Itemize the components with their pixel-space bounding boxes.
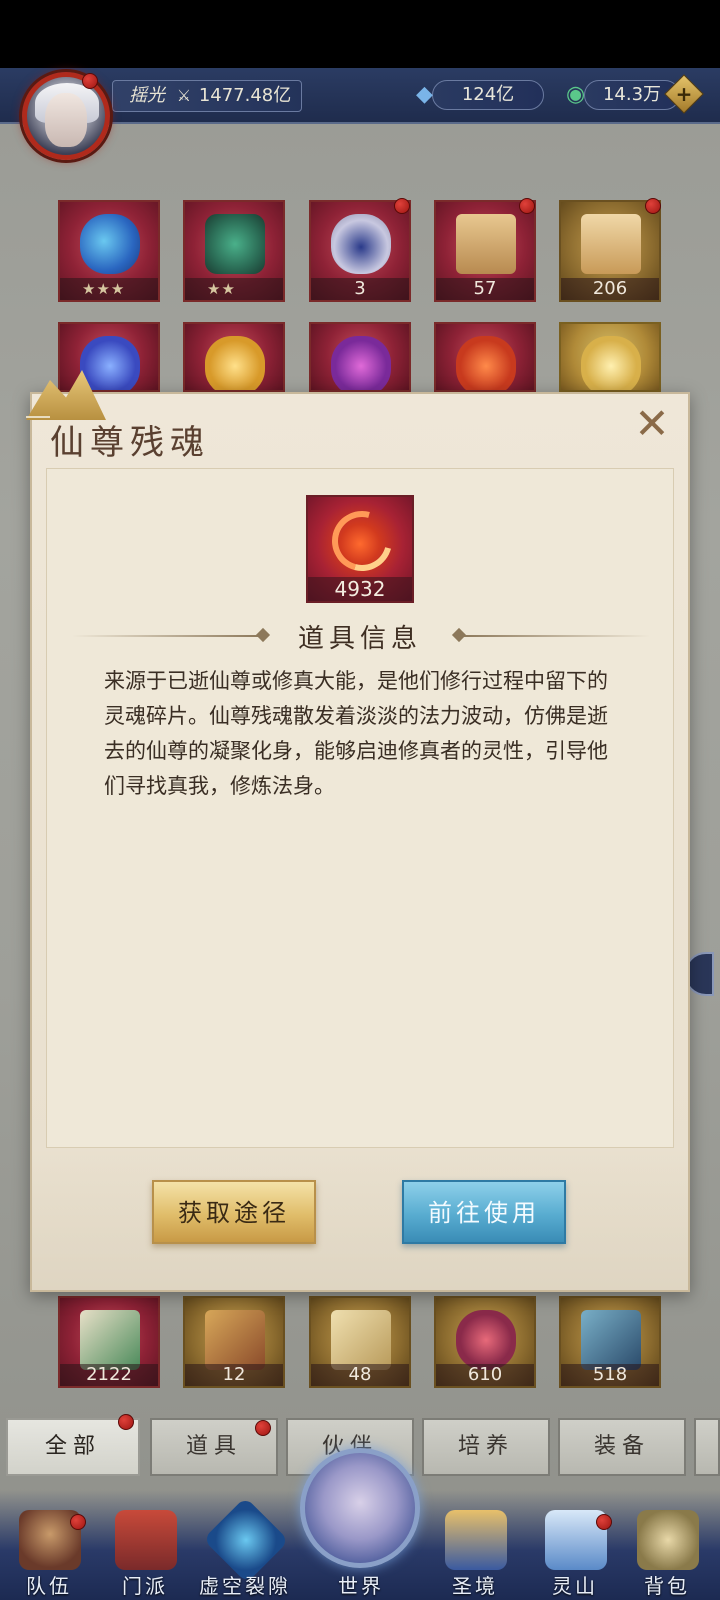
inventory-slot[interactable]: 206 xyxy=(559,200,661,302)
inventory-slot[interactable]: ★★★ xyxy=(58,200,160,302)
scroll-icon xyxy=(331,1310,391,1370)
item-count: 48 xyxy=(311,1364,409,1386)
player-name: 摇光 xyxy=(129,85,165,106)
nav-notification-dot xyxy=(596,1514,612,1530)
item-count: 206 xyxy=(561,278,659,300)
mist-ornament xyxy=(32,1150,688,1290)
avatar-notification-dot xyxy=(82,73,98,89)
book-icon xyxy=(80,1310,140,1370)
slot-notification-dot xyxy=(394,198,410,214)
nav-world-label: 世界 xyxy=(338,1574,384,1598)
item-stars: ★★ xyxy=(185,278,283,300)
tab-cultivate[interactable]: 培养 xyxy=(422,1418,550,1476)
item-count: 2122 xyxy=(60,1364,158,1386)
potion-icon xyxy=(80,336,140,390)
inventory-slot[interactable]: 57 xyxy=(434,200,536,302)
inventory-slot[interactable]: 2122 xyxy=(58,1296,160,1388)
soul-flame-icon xyxy=(321,500,403,582)
tab-overflow[interactable] xyxy=(694,1418,720,1476)
inventory-slot[interactable]: 48 xyxy=(309,1296,411,1388)
status-bar xyxy=(0,0,720,68)
jade-icon: ◉ xyxy=(566,82,586,107)
inventory-slot[interactable] xyxy=(183,322,285,392)
item-count: 518 xyxy=(561,1364,659,1386)
divider-right xyxy=(460,635,650,637)
item-count: 4932 xyxy=(308,577,412,601)
slot-notification-dot xyxy=(645,198,661,214)
obtain-source-button[interactable]: 获取途径 xyxy=(152,1180,316,1244)
power-icon: ⚔ xyxy=(176,86,192,105)
item-count: 3 xyxy=(311,278,409,300)
nav-backpack[interactable]: 背包 xyxy=(612,1500,720,1600)
inventory-slot[interactable] xyxy=(434,322,536,392)
arrow-quiver-icon xyxy=(205,1310,265,1370)
nav-team[interactable]: 队伍 xyxy=(0,1500,104,1600)
tab-notification-dot xyxy=(255,1420,271,1436)
slot-notification-dot xyxy=(519,198,535,214)
cauldron-icon xyxy=(205,214,265,274)
tome-icon xyxy=(581,1310,641,1370)
player-info-pill[interactable]: 摇光 ⚔ 1477.48亿 xyxy=(112,80,302,112)
plus-icon: + xyxy=(675,82,693,106)
gourd-icon xyxy=(80,214,140,274)
inventory-slot[interactable]: 518 xyxy=(559,1296,661,1388)
nav-notification-dot xyxy=(70,1514,86,1530)
item-count: 610 xyxy=(436,1364,534,1386)
nav-sect[interactable]: 门派 xyxy=(90,1500,200,1600)
ribbon-icon xyxy=(456,1310,516,1370)
nav-team-label: 队伍 xyxy=(26,1574,72,1598)
orb-icon xyxy=(331,336,391,390)
power-value: 1477.48亿 xyxy=(198,85,292,106)
chest-icon xyxy=(581,214,641,274)
inventory-slot[interactable]: 3 xyxy=(309,200,411,302)
inventory-slot[interactable]: ★★ xyxy=(183,200,285,302)
inventory-slot[interactable] xyxy=(559,322,661,392)
item-count: 57 xyxy=(436,278,534,300)
soul-icon xyxy=(456,336,516,390)
nav-void-rift[interactable]: 虚空裂隙 xyxy=(190,1496,300,1600)
inventory-slot[interactable] xyxy=(309,322,411,392)
avatar-face xyxy=(45,93,87,147)
nav-world[interactable]: 世界 xyxy=(306,1500,416,1600)
inventory-slot[interactable] xyxy=(58,322,160,392)
potion-icon xyxy=(205,336,265,390)
backpack-icon xyxy=(637,1510,699,1570)
nav-sect-label: 门派 xyxy=(122,1574,168,1598)
jade-value: 14.3万 xyxy=(602,84,662,105)
nav-backpack-label: 背包 xyxy=(644,1574,690,1598)
crystal-value: 124亿 xyxy=(461,84,515,105)
title-ornament-line xyxy=(26,416,50,418)
item-description: 来源于已逝仙尊或修真大能，是他们修行过程中留下的灵魂碎片。仙尊残魂散发着淡淡的法… xyxy=(104,669,608,798)
tab-equipment[interactable]: 装备 xyxy=(558,1418,686,1476)
item-icon: 4932 xyxy=(306,495,414,603)
crystal-resource[interactable]: 124亿 xyxy=(432,80,544,110)
pouch-icon xyxy=(331,214,391,274)
inventory-slot[interactable]: 12 xyxy=(183,1296,285,1388)
nav-void-rift-label: 虚空裂隙 xyxy=(199,1574,291,1598)
tab-notification-dot xyxy=(118,1414,134,1430)
chest-icon xyxy=(456,214,516,274)
dialog-title: 仙尊残魂 xyxy=(50,423,210,463)
go-use-button[interactable]: 前往使用 xyxy=(402,1180,566,1244)
close-button[interactable]: ✕ xyxy=(630,402,674,446)
crystal-icon: ◆ xyxy=(416,82,433,107)
sect-icon xyxy=(115,1510,177,1570)
item-stars: ★★★ xyxy=(60,278,158,300)
item-count: 12 xyxy=(185,1364,283,1386)
holy-realm-icon xyxy=(445,1510,507,1570)
dragon-icon xyxy=(581,336,641,390)
nav-holy-realm[interactable]: 圣境 xyxy=(420,1500,530,1600)
nav-holy-realm-label: 圣境 xyxy=(452,1574,498,1598)
inventory-slot[interactable]: 610 xyxy=(434,1296,536,1388)
